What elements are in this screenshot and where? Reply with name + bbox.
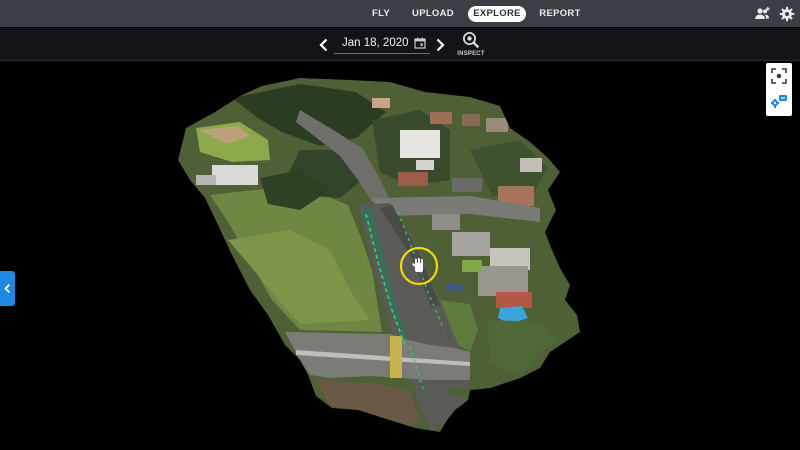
sidebar-toggle-button[interactable] (0, 271, 15, 306)
focus-frame-icon[interactable] (770, 67, 788, 85)
current-date: Jan 18, 2020 (342, 37, 409, 49)
tab-fly[interactable]: FLY (366, 6, 396, 22)
app-root: FLY UPLOAD EXPLORE REPORT Jan 18, 2020 I… (0, 0, 800, 450)
map-toolbox (766, 63, 792, 116)
gear-icon[interactable] (779, 6, 795, 22)
next-date-button[interactable] (433, 37, 447, 53)
inspect-label: INSPECT (457, 51, 485, 57)
users-icon[interactable] (754, 6, 770, 22)
chevron-left-icon (4, 283, 11, 294)
site-model (178, 78, 580, 432)
calendar-icon (414, 37, 426, 49)
date-picker[interactable]: Jan 18, 2020 (334, 34, 430, 54)
previous-date-button[interactable] (317, 37, 331, 53)
tab-explore[interactable]: EXPLORE (468, 6, 526, 22)
map-canvas[interactable] (0, 62, 800, 450)
inspect-magnifier-icon (463, 32, 480, 49)
date-bar: Jan 18, 2020 INSPECT (0, 28, 800, 61)
top-nav: FLY UPLOAD EXPLORE REPORT (0, 0, 800, 27)
tab-report[interactable]: REPORT (538, 6, 582, 22)
layers-badge-icon[interactable] (770, 93, 788, 111)
inspect-button[interactable]: INSPECT (456, 31, 486, 61)
tab-upload[interactable]: UPLOAD (411, 6, 455, 22)
